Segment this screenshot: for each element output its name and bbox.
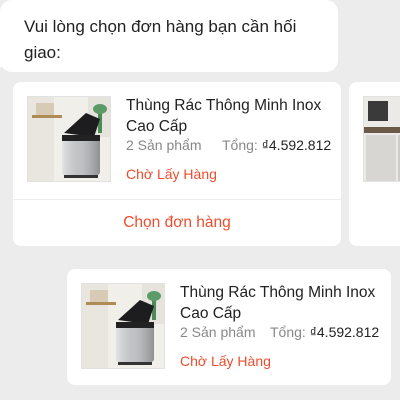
bot-message-bubble: Vui lòng chọn đơn hàng bạn cần hối giao:	[0, 0, 338, 72]
order-total-value: ₫4.592.812	[309, 324, 380, 340]
order-total-label: Tổng:	[222, 137, 258, 153]
order-status: Chờ Lấy Hàng	[126, 166, 217, 182]
kitchen-product-icon	[364, 97, 400, 181]
product-title: Thùng Rác Thông Minh Inox Cao Cấp	[180, 284, 376, 322]
order-total-label: Tổng:	[270, 324, 306, 340]
order-card-partial[interactable]	[349, 82, 400, 246]
product-image	[81, 283, 165, 369]
product-image	[363, 96, 400, 182]
trash-can-product-icon	[82, 284, 164, 368]
order-total: Tổng: ₫4.592.812	[270, 324, 379, 340]
selected-order-card[interactable]: Thùng Rác Thông Minh Inox Cao Cấp 2 Sản …	[67, 269, 391, 385]
product-quantity: 2 Sản phẩm	[180, 324, 256, 340]
order-total-value: ₫4.592.812	[261, 137, 332, 153]
order-total: Tổng: ₫4.592.812	[222, 137, 331, 153]
order-status: Chờ Lấy Hàng	[180, 353, 271, 369]
bot-message-text: Vui lòng chọn đơn hàng bạn cần hối giao:	[24, 17, 297, 62]
product-image	[27, 96, 111, 182]
select-order-button[interactable]: Chọn đơn hàng	[13, 200, 341, 246]
order-card: Thùng Rác Thông Minh Inox Cao Cấp 2 Sản …	[13, 82, 341, 246]
product-title: Thùng Rác Thông Minh Inox Cao Cấp	[126, 97, 322, 135]
bubble-tail	[0, 58, 10, 68]
trash-can-product-icon	[28, 97, 110, 181]
product-quantity: 2 Sản phẩm	[126, 137, 202, 153]
